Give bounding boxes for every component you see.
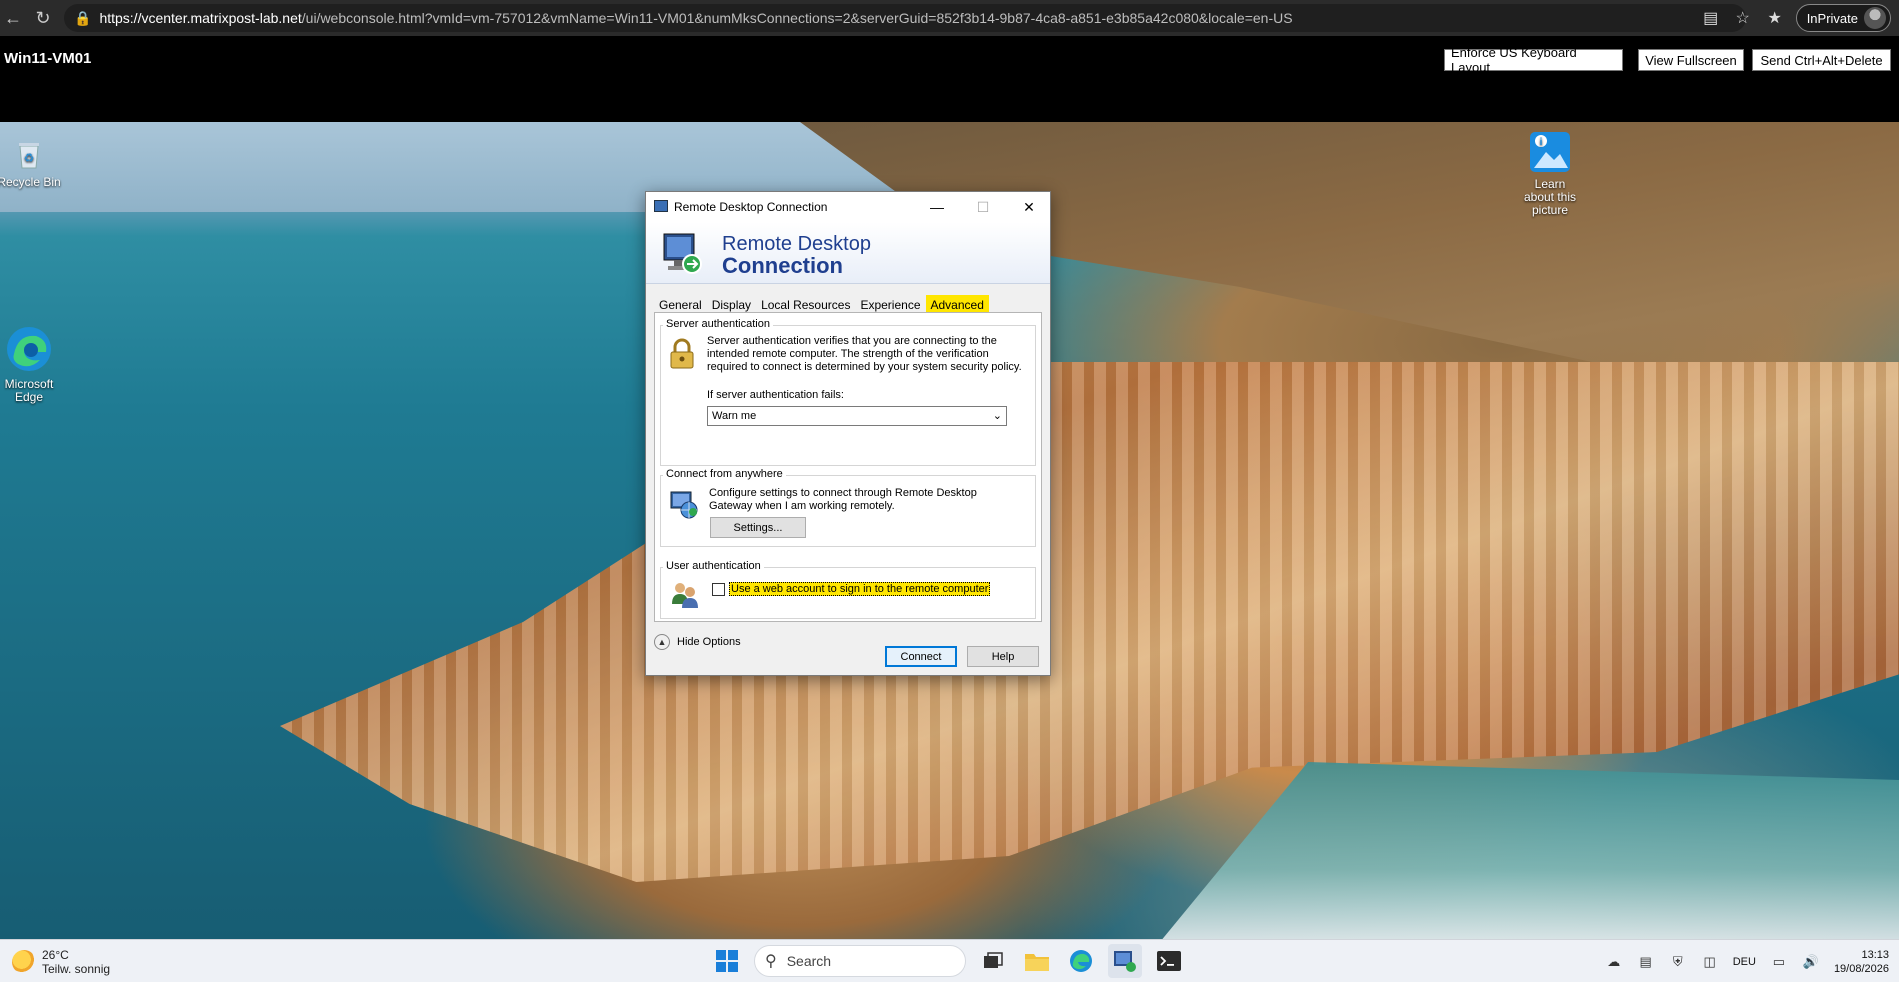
svg-text:♻: ♻ — [24, 151, 35, 165]
close-icon[interactable]: ✕ — [1006, 192, 1052, 222]
learn-picture-label: Learn about this picture — [1523, 177, 1577, 217]
gateway-settings-button[interactable]: Settings... — [710, 517, 806, 538]
lock-icon: 🔒 — [74, 9, 92, 26]
rdc-window-title: Remote Desktop Connection — [674, 200, 828, 214]
network-icon[interactable]: ▭ — [1770, 953, 1788, 971]
picture-info-icon: i — [1528, 130, 1572, 174]
browser-toolbar: ← ↻ 🔒 https://vcenter.matrixpost-lab.net… — [0, 0, 1899, 36]
recycle-bin-icon: ♻ — [11, 136, 47, 172]
connect-button[interactable]: Connect — [885, 646, 957, 667]
rdc-titlebar[interactable]: Remote Desktop Connection — ☐ ✕ — [646, 192, 1050, 222]
edge-shortcut[interactable]: Microsoft Edge — [0, 324, 61, 404]
rdc-title-icon — [654, 200, 668, 212]
taskbar-search[interactable]: ⚲ Search — [754, 945, 966, 977]
weather-desc: Teilw. sonnig — [42, 962, 111, 976]
terminal-button[interactable] — [1152, 944, 1186, 978]
weather-widget[interactable]: 26°C Teilw. sonnig — [12, 948, 110, 976]
users-icon — [669, 578, 701, 610]
security-icon[interactable]: ⛨ — [1669, 953, 1687, 971]
web-account-checkbox[interactable] — [712, 583, 725, 596]
rdc-dialog: Remote Desktop Connection — ☐ ✕ Remote D… — [645, 191, 1051, 676]
console-header: Win11-VM01 Enforce US Keyboard Layout Vi… — [0, 36, 1899, 122]
chevron-up-icon: ▲ — [654, 634, 670, 650]
recycle-bin-label: Recycle Bin — [0, 175, 61, 189]
recycle-bin-shortcut[interactable]: ♻ Recycle Bin — [0, 136, 61, 189]
minimize-icon[interactable]: — — [914, 192, 960, 222]
volume-icon[interactable]: 🔊 — [1802, 953, 1820, 971]
rdc-banner: Remote Desktop Connection — [646, 222, 1050, 284]
hide-options-label: Hide Options — [677, 636, 741, 648]
windows-logo-icon — [716, 950, 738, 972]
advanced-tab-panel: Server authentication Server authenticat… — [654, 312, 1042, 622]
task-view-button[interactable] — [976, 944, 1010, 978]
hide-options-toggle[interactable]: ▲ Hide Options — [654, 634, 741, 650]
rdc-taskbar-button[interactable] — [1108, 944, 1142, 978]
taskbar-apps: ⚲ Search — [710, 944, 1186, 978]
auth-fail-value: Warn me — [712, 410, 757, 422]
connect-anywhere-description: Configure settings to connect through Re… — [709, 487, 977, 512]
edge-icon — [4, 324, 54, 374]
server-auth-group: Server authentication Server authenticat… — [660, 318, 1036, 466]
edge-label: Microsoft Edge — [4, 377, 54, 404]
svg-text:i: i — [1540, 137, 1543, 148]
clock[interactable]: 13:13 19/08/2026 — [1834, 948, 1889, 976]
server-auth-label: Server authentication — [663, 318, 773, 330]
language-indicator[interactable]: DEU — [1733, 956, 1756, 968]
usb-icon[interactable]: ◫ — [1701, 953, 1719, 971]
rdc-monitor-icon — [662, 230, 704, 276]
profile-avatar — [1864, 7, 1886, 29]
refresh-icon[interactable]: ↻ — [30, 5, 56, 31]
inprivate-label: InPrivate — [1806, 10, 1858, 26]
help-button[interactable]: Help — [967, 646, 1039, 667]
favorite-star-icon[interactable]: ☆ — [1732, 7, 1754, 29]
connect-anywhere-group: Connect from anywhere Configure settings… — [660, 468, 1036, 547]
maximize-icon: ☐ — [976, 198, 990, 215]
url-path: /ui/webconsole.html?vmId=vm-757012&vmNam… — [301, 10, 1293, 26]
rdc-banner-line2: Connection — [722, 253, 843, 278]
terminal-icon — [1157, 951, 1181, 971]
edge-taskbar-button[interactable] — [1064, 944, 1098, 978]
user-auth-label: User authentication — [663, 560, 764, 572]
start-button[interactable] — [710, 944, 744, 978]
task-view-icon — [984, 952, 1003, 968]
rdc-icon — [1114, 951, 1136, 972]
chevron-down-icon: ⌄ — [992, 410, 1002, 422]
auth-fail-select[interactable]: Warn me ⌄ — [707, 406, 1007, 426]
wallpaper-beach — [1160, 762, 1899, 939]
inprivate-badge[interactable]: InPrivate — [1795, 4, 1891, 32]
favorites-icon[interactable]: ★ — [1764, 7, 1786, 29]
clock-date: 19/08/2026 — [1833, 963, 1889, 975]
cloud-off-icon[interactable]: ☁ — [1605, 953, 1623, 971]
learn-picture-shortcut[interactable]: i Learn about this picture — [1518, 130, 1582, 217]
search-placeholder: Search — [786, 953, 832, 969]
gateway-icon — [669, 488, 701, 520]
vm-name: Win11-VM01 — [4, 50, 92, 67]
view-fullscreen-button[interactable]: View Fullscreen — [1638, 49, 1744, 71]
clock-time: 13:13 — [1861, 949, 1889, 961]
edge-icon — [1070, 950, 1092, 972]
send-ctrl-alt-del-button[interactable]: Send Ctrl+Alt+Delete — [1752, 49, 1891, 71]
connect-anywhere-label: Connect from anywhere — [663, 468, 786, 480]
taskbar: 26°C Teilw. sonnig ⚲ Search ☁ ▤ ⛨ ◫ DEU … — [0, 939, 1899, 982]
server-auth-description: Server authentication verifies that you … — [707, 335, 1022, 373]
enforce-keyboard-button[interactable]: Enforce US Keyboard Layout — [1444, 45, 1623, 75]
vm-desktop[interactable]: ♻ Recycle Bin Microsoft Edge i Learn abo… — [0, 122, 1899, 939]
file-explorer-button[interactable] — [1020, 944, 1054, 978]
back-icon[interactable]: ← — [0, 5, 26, 31]
url-host: https://vcenter.matrixpost-lab.net — [99, 10, 302, 26]
lock-shield-icon — [667, 338, 697, 370]
weather-temp: 26°C — [42, 948, 69, 962]
auth-fail-label: If server authentication fails: — [707, 389, 844, 401]
partly-sunny-icon — [12, 950, 36, 974]
user-auth-group: User authentication Use a web account to… — [660, 560, 1036, 619]
folder-icon — [1025, 954, 1049, 971]
search-icon: ⚲ — [765, 953, 777, 970]
storage-icon[interactable]: ▤ — [1637, 953, 1655, 971]
web-account-checkbox-label[interactable]: Use a web account to sign in to the remo… — [729, 582, 991, 596]
reader-view-icon[interactable]: ▤ — [1700, 7, 1722, 29]
system-tray: ☁ ▤ ⛨ ◫ DEU ▭ 🔊 13:13 19/08/2026 — [1605, 944, 1889, 980]
address-bar[interactable]: 🔒 https://vcenter.matrixpost-lab.net/ui/… — [64, 4, 1746, 32]
